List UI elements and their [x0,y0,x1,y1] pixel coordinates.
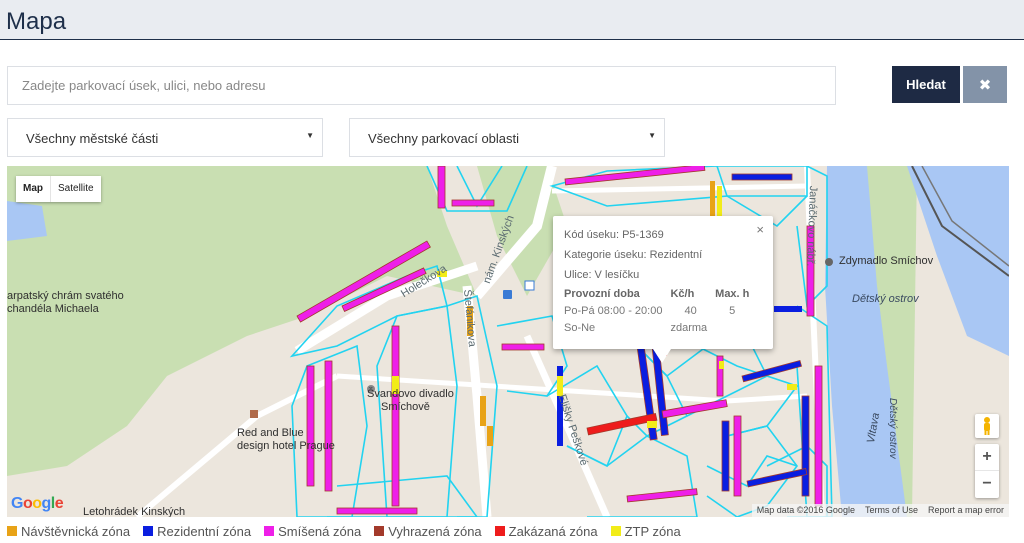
zoom-out-button[interactable]: − [975,471,999,498]
map-label-zdymadlo: Zdymadlo Smíchov [839,255,934,267]
segment-mixed [306,365,315,487]
street-north-row [551,183,808,194]
legend-item: Návštěvnická zóna [7,523,130,539]
segment-mixed [814,365,823,507]
legend-item: Smíšená zóna [264,523,361,539]
zone-legend: Návštěvnická zóna Rezidentní zóna Smíšen… [7,523,694,539]
map-label-chram: arpatský chrám svatého chandéla Michaela [7,290,124,315]
parking-area-select-value: Všechny parkovací oblasti [368,131,520,146]
map-type-map[interactable]: Map [16,176,50,202]
segment-visitor [480,396,486,426]
popup-th-max: Max. h [715,288,750,300]
segment-mixed [451,199,495,207]
segment-visitor [710,181,715,216]
caret-down-icon: ▼ [648,131,656,140]
parking-area-select[interactable]: Všechny parkovací oblasti ▼ [349,118,665,157]
segment-mixed [626,488,698,503]
segment-mixed [564,166,706,186]
zoom-in-button[interactable]: + [975,444,999,471]
segment-resident [731,173,793,181]
segment-mixed [501,343,545,351]
map-type-satellite[interactable]: Satellite [50,176,101,202]
popup-street: Ulice: V lesíčku [564,269,640,281]
segment-ztp [787,384,797,390]
attribution-map-data: Map data ©2016 Google [756,505,855,515]
segment-mixed [733,415,742,497]
table-row: Po-Pá 08:00 - 20:00 40 5 [564,305,736,317]
segment-resident [801,395,810,497]
popup-code: Kód úseku: P5-1369 [564,229,664,241]
district-select-value: Všechny městské části [26,131,159,146]
legend-item: Zakázaná zóna [494,523,598,539]
popup-hours-table: Provozní doba Kč/h Max. h Po-Pá 08:00 - … [564,287,757,338]
segment-visitor [487,426,493,446]
map-label-detsky-ostrov-vertical: Dětský ostrov [887,398,898,459]
attribution-report-link[interactable]: Report a map error [923,504,1009,517]
bus-stop-icon [503,290,512,299]
district-select[interactable]: Všechny městské části ▼ [7,118,323,157]
segment-resident [721,420,730,492]
legend-item: Vyhrazená zóna [374,523,482,539]
map-label-hotel: Red and Blue design hotel Prague [237,427,335,452]
caret-down-icon: ▼ [306,131,314,140]
search-input[interactable] [7,66,836,105]
segment-ztp [647,421,657,428]
popup-th-price: Kč/h [670,288,695,300]
legend-swatch-forbidden [494,526,505,536]
poi-icon [825,258,833,266]
segment-mixed [391,325,400,507]
pegman-icon [984,417,990,435]
attribution-terms-link[interactable]: Terms of Use [860,504,923,517]
segment-mixed [437,166,446,209]
legend-swatch-visitor [7,526,17,536]
map-label-detsky-ostrov: Dětský ostrov [852,293,919,305]
page-header: Mapa [0,0,1024,40]
hotel-icon [250,410,258,418]
segment-ztp [557,376,563,396]
legend-swatch-reserved [374,526,385,536]
page-title: Mapa [6,8,67,35]
segment-mixed [661,399,728,419]
close-icon: ✖ [978,75,992,94]
table-row: So-Ne zdarma [564,322,708,334]
segment-mixed [324,360,333,492]
legend-swatch-ztp [610,526,621,536]
legend-swatch-resident [143,526,154,536]
segment-forbidden [586,412,658,436]
segment-ztp [717,186,722,216]
map-attribution: Map data ©2016 Google Terms of Use Repor… [751,504,1009,517]
clear-button[interactable]: ✖ [963,66,1007,103]
map-label-letohradek: Letohrádek Kinských [83,506,186,517]
street-view-pegman[interactable] [975,414,999,438]
tram-stop-icon [524,280,535,291]
legend-item: Rezidentní zóna [143,523,251,539]
google-logo: Google [11,495,64,512]
legend-swatch-mixed [264,526,275,536]
segment-info-popup: × Kód úseku: P5-1369 Kategorie úseku: Re… [553,216,773,363]
popup-th-hours: Provozní doba [564,288,640,300]
segment-resident [774,306,802,312]
parking-map[interactable]: Map Satellite arpatský chrám svatého cha… [7,166,1009,517]
segment-mixed [336,507,418,515]
legend-item: ZTP zóna [610,523,681,539]
segment-ztp [719,361,724,369]
search-button[interactable]: Hledat [892,66,960,103]
map-label-svandovo: Švandovo divadlo Smíchově [367,388,454,413]
pond [7,201,47,241]
popup-category: Kategorie úseku: Rezidentní [564,249,703,261]
zoom-control: + − [975,444,999,498]
map-type-control[interactable]: Map Satellite [16,176,101,202]
popup-close-icon[interactable]: × [756,222,764,237]
